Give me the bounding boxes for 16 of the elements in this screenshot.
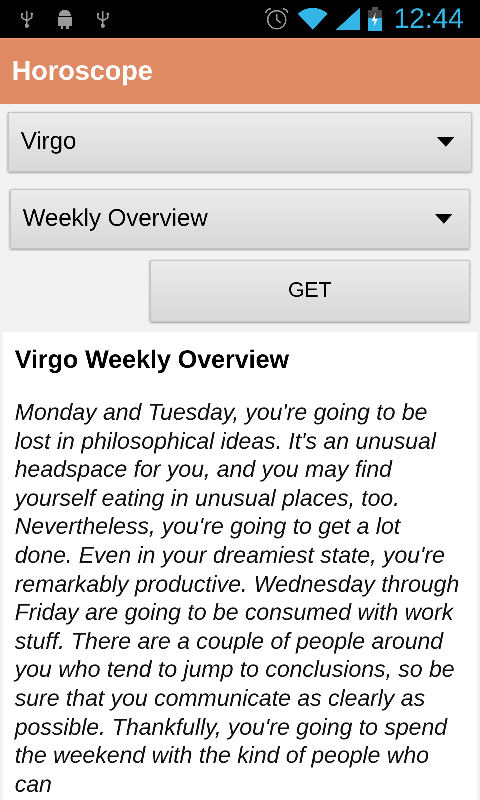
battery-icon — [368, 7, 382, 31]
horoscope-text: Monday and Tuesday, you're going to be lost in philosophical ideas. It's an unusual headspace for you, and you may find yourself eating in unusual places, too. Nevertheless, you're going to get a lot done. Even in your dreamiest state, you're remarkably productive. Wednesday through Friday are going to be consumed with work stuff. There are a couple of people around you who tend to jump to conclusions, so be sure that you communicate as clearly as possible. Thankfully, you're going to spend the weekend with the kind of people who can — [15, 398, 460, 798]
period-dropdown[interactable]: Weekly Overview — [10, 189, 470, 249]
signal-icon — [336, 8, 360, 30]
get-button[interactable]: GET — [150, 260, 470, 322]
android-icon — [56, 8, 74, 30]
status-time: 12:44 — [394, 2, 464, 36]
alarm-clock-icon — [264, 7, 290, 31]
result-heading: Virgo Weekly Overview — [15, 345, 290, 376]
dropdown-arrow-icon — [437, 137, 455, 147]
usb-icon — [96, 9, 110, 29]
sign-dropdown[interactable]: Virgo — [8, 112, 472, 172]
wifi-icon — [298, 8, 328, 30]
usb-icon — [20, 9, 34, 29]
dropdown-arrow-icon — [435, 214, 453, 224]
app-title: Horoscope — [12, 55, 154, 88]
